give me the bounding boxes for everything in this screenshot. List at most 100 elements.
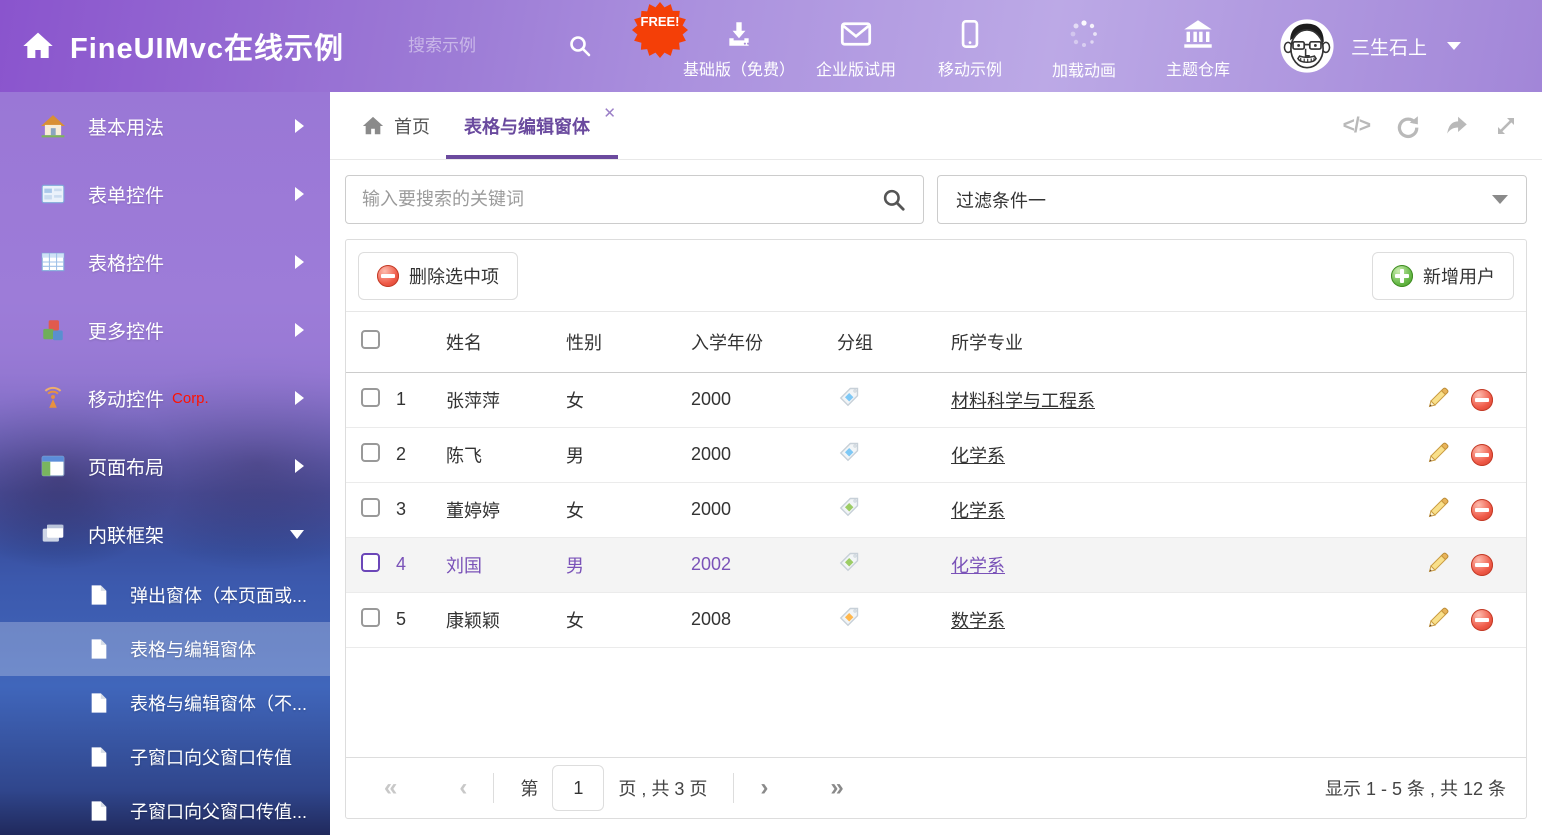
row-checkbox[interactable] — [361, 443, 380, 462]
header-search-input[interactable] — [408, 36, 568, 56]
grid-panel: 删除选中项 新增用户 姓名 性别 入学年份 分组 — [345, 239, 1527, 819]
edit-icon[interactable] — [1427, 386, 1450, 414]
nav-label: 企业版试用 — [816, 56, 896, 80]
sidebar-subitem-label: 弹出窗体（本页面或... — [130, 582, 307, 608]
add-button-label: 新增用户 — [1423, 263, 1495, 289]
search-icon[interactable] — [881, 187, 907, 213]
delete-row-icon[interactable] — [1471, 554, 1493, 576]
tab-grid-edit-window[interactable]: 表格与编辑窗体 ✕ — [464, 92, 590, 159]
table-row[interactable]: 5 康颖颖 女 2008 数学系 — [346, 592, 1526, 647]
home-icon — [362, 115, 384, 137]
sidebar-item-page-layout[interactable]: 页面布局 — [0, 432, 330, 500]
enroll-year: 2002 — [691, 537, 837, 592]
row-number: 2 — [396, 427, 446, 482]
file-icon — [88, 746, 110, 768]
row-checkbox[interactable] — [361, 553, 380, 572]
nav-loading-animation[interactable]: 加载动画 — [1031, 12, 1137, 81]
app-title: FineUIMvc在线示例 — [70, 25, 344, 67]
nav-label: 主题仓库 — [1166, 56, 1230, 80]
view-source-icon[interactable]: </> — [1343, 114, 1370, 138]
app-window: FineUIMvc在线示例 FREE! 基础版（免费） 企业版试用 移动示例 — [0, 0, 1542, 835]
nav-label: 基础版（免费） — [683, 56, 795, 80]
expand-icon[interactable] — [1494, 114, 1518, 138]
filter-dropdown[interactable]: 过滤条件一 — [937, 175, 1527, 224]
delete-row-icon[interactable] — [1471, 609, 1493, 631]
table-row[interactable]: 1 张萍萍 女 2000 材料科学与工程系 — [346, 372, 1526, 427]
table-row[interactable]: 3 董婷婷 女 2000 化学系 — [346, 482, 1526, 537]
student-name: 张萍萍 — [446, 372, 566, 427]
sidebar-item-grid-controls[interactable]: 表格控件 — [0, 228, 330, 296]
edit-icon[interactable] — [1427, 606, 1450, 634]
sidebar-subitem-label: 子窗口向父窗口传值... — [130, 798, 307, 824]
major-link[interactable]: 材料科学与工程系 — [951, 391, 1095, 411]
sidebar-item-form-controls[interactable]: 表单控件 — [0, 160, 330, 228]
sidebar-subitem-grid-edit-window[interactable]: 表格与编辑窗体 — [0, 622, 330, 676]
row-checkbox[interactable] — [361, 498, 380, 517]
chevron-right-icon — [295, 391, 304, 405]
row-checkbox[interactable] — [361, 388, 380, 407]
brand[interactable]: FineUIMvc在线示例 — [0, 25, 408, 67]
pagination-bar: « ‹ 第 页 , 共 3 页 › » 显示 1 - 5 条 , 共 12 条 — [346, 757, 1526, 818]
sidebar-subitem-child-to-parent-2[interactable]: 子窗口向父窗口传值... — [0, 784, 330, 835]
search-icon[interactable] — [568, 34, 592, 58]
table-row[interactable]: 4 刘国 男 2002 化学系 — [346, 537, 1526, 592]
row-checkbox[interactable] — [361, 608, 380, 627]
delete-row-icon[interactable] — [1471, 389, 1493, 411]
prev-page-button[interactable]: ‹ — [459, 774, 467, 802]
tag-icon — [837, 495, 861, 519]
add-user-button[interactable]: 新增用户 — [1372, 252, 1514, 300]
nav-mobile-demo[interactable]: 移动示例 — [917, 13, 1023, 80]
frames-icon — [40, 521, 66, 547]
file-icon — [88, 800, 110, 822]
edit-icon[interactable] — [1427, 551, 1450, 579]
edit-icon[interactable] — [1427, 496, 1450, 524]
major-link[interactable]: 化学系 — [951, 446, 1005, 466]
enroll-year: 2000 — [691, 482, 837, 537]
nav-theme-store[interactable]: 主题仓库 — [1145, 13, 1251, 80]
keyword-search-box[interactable] — [345, 175, 924, 224]
refresh-icon[interactable] — [1394, 113, 1420, 139]
divider — [733, 773, 734, 803]
student-name: 康颖颖 — [446, 592, 566, 647]
free-badge: FREE! — [631, 1, 689, 59]
user-menu[interactable]: 三生石上 — [1279, 18, 1461, 74]
chevron-right-icon — [295, 119, 304, 133]
table-row[interactable]: 2 陈飞 男 2000 化学系 — [346, 427, 1526, 482]
svg-text:FREE!: FREE! — [641, 14, 680, 29]
header-search[interactable] — [408, 34, 623, 58]
sidebar-item-iframe[interactable]: 内联框架 — [0, 500, 330, 568]
enroll-year: 2000 — [691, 427, 837, 482]
tab-bar: 首页 表格与编辑窗体 ✕ </> — [330, 92, 1542, 160]
major-link[interactable]: 数学系 — [951, 611, 1005, 631]
last-page-button[interactable]: » — [830, 774, 843, 802]
main-content: 首页 表格与编辑窗体 ✕ </> — [330, 92, 1542, 835]
share-icon[interactable] — [1444, 113, 1470, 139]
delete-row-icon[interactable] — [1471, 499, 1493, 521]
tab-home[interactable]: 首页 — [362, 92, 430, 159]
row-number: 1 — [396, 372, 446, 427]
delete-selected-button[interactable]: 删除选中项 — [358, 252, 518, 300]
sidebar-item-label: 移动控件 — [88, 385, 164, 412]
major-link[interactable]: 化学系 — [951, 556, 1005, 576]
tag-icon — [837, 440, 861, 464]
next-page-button[interactable]: › — [760, 774, 768, 802]
nav-enterprise-trial[interactable]: 企业版试用 — [803, 13, 909, 80]
first-page-button[interactable]: « — [384, 774, 397, 802]
tag-icon — [837, 550, 861, 574]
sidebar-item-mobile-controls[interactable]: 移动控件 Corp. — [0, 364, 330, 432]
sidebar-subitem-popup-window[interactable]: 弹出窗体（本页面或... — [0, 568, 330, 622]
delete-row-icon[interactable] — [1471, 444, 1493, 466]
page-number-input[interactable] — [552, 765, 604, 811]
major-link[interactable]: 化学系 — [951, 501, 1005, 521]
nav-basic-free[interactable]: FREE! 基础版（免费） — [683, 13, 795, 80]
tab-label: 表格与编辑窗体 — [464, 113, 590, 139]
select-all-checkbox[interactable] — [361, 330, 380, 349]
close-icon[interactable]: ✕ — [603, 104, 616, 122]
sidebar-subitem-grid-edit-window-2[interactable]: 表格与编辑窗体（不... — [0, 676, 330, 730]
sidebar-item-basic-usage[interactable]: 基本用法 — [0, 92, 330, 160]
sidebar-item-label: 表单控件 — [88, 181, 164, 208]
sidebar-subitem-child-to-parent[interactable]: 子窗口向父窗口传值 — [0, 730, 330, 784]
sidebar-item-more-controls[interactable]: 更多控件 — [0, 296, 330, 364]
edit-icon[interactable] — [1427, 441, 1450, 469]
keyword-search-input[interactable] — [362, 189, 881, 210]
